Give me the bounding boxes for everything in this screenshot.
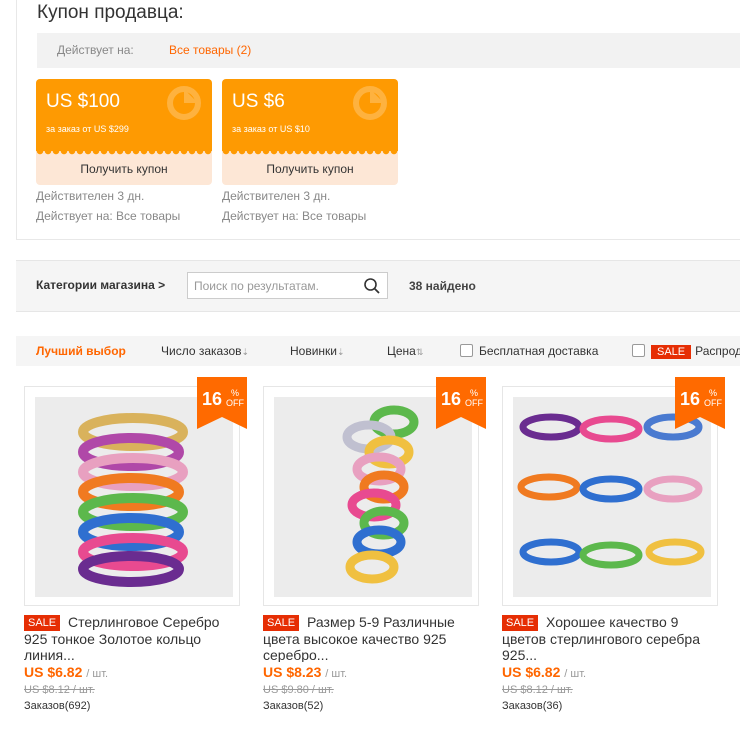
- product-card[interactable]: 16 % OFF SALE Размер 5-9 Различные цвета …: [263, 377, 486, 712]
- coupon-condition: за заказ от US $10: [232, 124, 310, 134]
- sort-bar: Лучший выбор Число заказов⇣ Новинки⇣ Цен…: [16, 336, 740, 366]
- get-coupon-button[interactable]: Получить купон: [222, 157, 398, 185]
- sale-filter[interactable]: SALEРаспродажа: [632, 344, 740, 359]
- store-categories-link[interactable]: Категории магазина >: [36, 278, 165, 292]
- discount-value: 16: [441, 389, 462, 409]
- discount-off-label: OFF: [704, 398, 722, 408]
- sale-badge: SALE: [502, 615, 539, 631]
- discount-badge: 16 % OFF: [436, 377, 486, 429]
- sort-arrow-icon: ⇣: [241, 347, 250, 357]
- coupon-applies: Действует на: Все товары: [222, 209, 367, 223]
- sort-price-arrows-icon: ⇅: [415, 347, 424, 357]
- sort-orders-label: Число заказов: [161, 344, 242, 358]
- product-title[interactable]: SALE Стерлинговое Серебро 925 тонкое Зол…: [24, 614, 240, 662]
- results-count: 38 найдено: [409, 279, 476, 293]
- coupon-applies: Действует на: Все товары: [36, 209, 181, 223]
- old-price: US $8.12 / шт.: [502, 684, 573, 696]
- orders-count: Заказов(52): [263, 700, 324, 712]
- store-search-bar: Категории магазина > 38 найдено: [16, 260, 740, 312]
- sale-filter-label: Распродажа: [695, 344, 740, 358]
- product-image-frame: 16 % OFF: [263, 377, 486, 606]
- coupon-decoration-icon: [167, 86, 201, 120]
- sale-badge: SALE: [651, 345, 692, 359]
- discount-value: 16: [202, 389, 223, 409]
- discount-off: % OFF: [704, 388, 722, 408]
- price-value: US $6.82: [24, 664, 83, 680]
- orders-count: Заказов(36): [502, 700, 563, 712]
- all-products-link[interactable]: Все товары (2): [169, 43, 251, 57]
- sale-checkbox[interactable]: [632, 344, 645, 357]
- sort-price-label: Цена: [387, 344, 416, 358]
- old-price: US $8.12 / шт.: [24, 684, 95, 696]
- price-unit: / шт.: [325, 668, 348, 680]
- coupon-decoration-icon: [353, 86, 387, 120]
- product-title[interactable]: SALE Хорошее качество 9 цветов стерлинго…: [502, 614, 718, 662]
- search-icon[interactable]: [363, 277, 381, 295]
- product-price: US $6.82 / шт.: [24, 664, 240, 680]
- price-unit: / шт.: [564, 668, 587, 680]
- discount-off: % OFF: [226, 388, 244, 408]
- search-box: [187, 272, 388, 299]
- sort-new[interactable]: Новинки⇣: [290, 344, 345, 358]
- sort-orders[interactable]: Число заказов⇣: [161, 344, 249, 358]
- sale-badge: SALE: [263, 615, 300, 631]
- price-value: US $6.82: [502, 664, 561, 680]
- discount-percent-sign: %: [708, 388, 717, 398]
- sort-best-match[interactable]: Лучший выбор: [36, 344, 126, 358]
- discount-percent-sign: %: [230, 388, 239, 398]
- sale-badge: SALE: [24, 615, 61, 631]
- discount-percent-sign: %: [469, 388, 478, 398]
- coupon-header: US $6 за заказ от US $10: [222, 79, 398, 151]
- sort-new-label: Новинки: [290, 344, 337, 358]
- coupon-header: US $100 за заказ от US $299: [36, 79, 212, 151]
- discount-badge: 16 % OFF: [675, 377, 725, 429]
- product-card[interactable]: 16 % OFF SALE Стерлинговое Серебро 925 то…: [24, 377, 247, 712]
- product-image-frame: 16 % OFF: [24, 377, 247, 606]
- applies-label: Действует на:: [57, 43, 134, 57]
- product-card[interactable]: 16 % OFF SALE Хорошее качество 9 цветов с…: [502, 377, 725, 712]
- get-coupon-button[interactable]: Получить купон: [36, 157, 212, 185]
- free-shipping-label: Бесплатная доставка: [479, 344, 599, 358]
- coupon-card: US $6 за заказ от US $10 Получить купон …: [222, 79, 398, 223]
- price-value: US $8.23: [263, 664, 322, 680]
- price-unit: / шт.: [86, 668, 109, 680]
- coupon-amount: US $6: [232, 91, 285, 112]
- sort-arrow-icon: ⇣: [337, 347, 345, 357]
- coupon-card: US $100 за заказ от US $299 Получить куп…: [36, 79, 212, 223]
- coupon-applies-bar: Действует на: Все товары (2): [37, 33, 740, 68]
- coupon-validity: Действителен 3 дн.: [36, 189, 145, 203]
- discount-off: % OFF: [465, 388, 483, 408]
- discount-off-label: OFF: [465, 398, 483, 408]
- product-title[interactable]: SALE Размер 5-9 Различные цвета высокое …: [263, 614, 479, 662]
- coupon-validity: Действителен 3 дн.: [222, 189, 331, 203]
- coupon-condition: за заказ от US $299: [46, 124, 129, 134]
- product-image-frame: 16 % OFF: [502, 377, 725, 606]
- product-price: US $6.82 / шт.: [502, 664, 718, 680]
- search-input[interactable]: [188, 273, 365, 298]
- orders-count: Заказов(692): [24, 700, 91, 712]
- discount-off-label: OFF: [226, 398, 244, 408]
- old-price: US $9.80 / шт.: [263, 684, 334, 696]
- free-shipping-filter[interactable]: Бесплатная доставка: [460, 344, 598, 358]
- product-price: US $8.23 / шт.: [263, 664, 479, 680]
- discount-value: 16: [680, 389, 701, 409]
- discount-badge: 16 % OFF: [197, 377, 247, 429]
- free-shipping-checkbox[interactable]: [460, 344, 473, 357]
- sort-price[interactable]: Цена⇅: [387, 344, 423, 358]
- coupon-amount: US $100: [46, 91, 120, 112]
- coupon-section-title: Купон продавца:: [37, 2, 184, 23]
